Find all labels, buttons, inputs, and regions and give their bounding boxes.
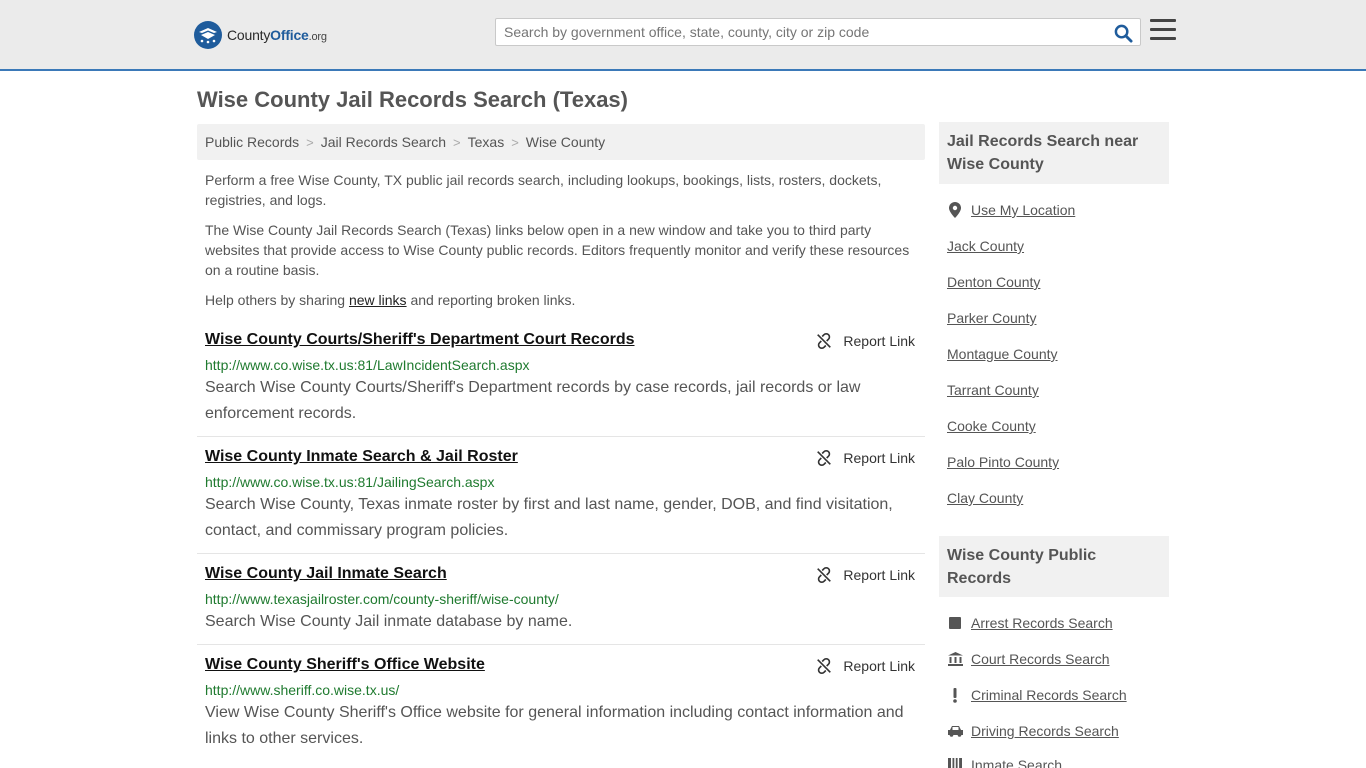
nearby-county-link[interactable]: Jack County bbox=[947, 238, 1024, 254]
criminal-records-link[interactable]: Criminal Records Search bbox=[947, 687, 1127, 703]
result-description: Search Wise County, Texas inmate roster … bbox=[205, 496, 893, 539]
logo-seal-icon bbox=[194, 21, 222, 49]
result-description: Search Wise County Courts/Sheriff's Depa… bbox=[205, 379, 861, 422]
nearby-county-link[interactable]: Clay County bbox=[947, 490, 1023, 506]
inmate-icon bbox=[947, 757, 963, 768]
breadcrumb-separator-icon: > bbox=[306, 134, 314, 150]
broken-link-icon bbox=[817, 449, 832, 467]
top-bar: CountyOffice.org bbox=[0, 0, 1366, 71]
page-title: Wise County Jail Records Search (Texas) bbox=[197, 87, 628, 112]
inmate-search-link[interactable]: Inmate Search bbox=[947, 757, 1062, 768]
nearby-county-link[interactable]: Palo Pinto County bbox=[947, 454, 1059, 470]
arrest-records-link[interactable]: Arrest Records Search bbox=[947, 615, 1113, 631]
result-url: http://www.texasjailroster.com/county-sh… bbox=[205, 591, 559, 607]
result-url: http://www.co.wise.tx.us:81/LawIncidentS… bbox=[205, 357, 530, 373]
result-title-link[interactable]: Wise County Courts/Sheriff's Department … bbox=[205, 331, 635, 349]
broken-link-icon bbox=[817, 566, 832, 584]
site-logo[interactable]: CountyOffice.org bbox=[194, 20, 327, 50]
result-url: http://www.co.wise.tx.us:81/JailingSearc… bbox=[205, 474, 495, 490]
nearby-county-link[interactable]: Montague County bbox=[947, 346, 1058, 362]
breadcrumb-separator-icon: > bbox=[453, 134, 461, 150]
hamburger-menu-icon[interactable] bbox=[1150, 19, 1176, 43]
intro-paragraph-3: Help others by sharing new links and rep… bbox=[205, 292, 576, 308]
breadcrumb-texas[interactable]: Texas bbox=[468, 134, 505, 150]
search-box bbox=[495, 18, 1141, 46]
result-item: Wise County Sheriff's Office Website Rep… bbox=[197, 647, 925, 762]
breadcrumb: Public Records > Jail Records Search > T… bbox=[197, 124, 925, 160]
logo-wordmark: CountyOffice.org bbox=[227, 27, 327, 43]
courthouse-icon bbox=[947, 651, 963, 667]
report-link-button[interactable]: Report Link bbox=[815, 657, 915, 675]
intro-paragraph-1: Perform a free Wise County, TX public ja… bbox=[205, 172, 882, 208]
broken-link-icon bbox=[817, 657, 832, 675]
nearby-county-link[interactable]: Parker County bbox=[947, 310, 1036, 326]
search-button[interactable] bbox=[1112, 22, 1134, 44]
nearby-heading: Jail Records Search near Wise County bbox=[939, 122, 1169, 184]
report-link-button[interactable]: Report Link bbox=[815, 449, 915, 467]
report-link-button[interactable]: Report Link bbox=[815, 566, 915, 584]
nearby-county-link[interactable]: Denton County bbox=[947, 274, 1040, 290]
breadcrumb-wise-county[interactable]: Wise County bbox=[526, 134, 605, 150]
broken-link-icon bbox=[817, 332, 832, 350]
result-item: Wise County Courts/Sheriff's Department … bbox=[197, 322, 925, 437]
map-pin-icon bbox=[947, 202, 963, 218]
report-link-button[interactable]: Report Link bbox=[815, 332, 915, 350]
nearby-county-link[interactable]: Cooke County bbox=[947, 418, 1036, 434]
car-icon bbox=[947, 723, 963, 739]
public-records-heading: Wise County Public Records bbox=[939, 536, 1169, 597]
result-url: http://www.sheriff.co.wise.tx.us/ bbox=[205, 682, 400, 698]
search-icon bbox=[1114, 24, 1133, 43]
result-description: Search Wise County Jail inmate database … bbox=[205, 613, 573, 630]
result-title-link[interactable]: Wise County Inmate Search & Jail Roster bbox=[205, 448, 518, 466]
nearby-county-link[interactable]: Tarrant County bbox=[947, 382, 1039, 398]
result-title-link[interactable]: Wise County Jail Inmate Search bbox=[205, 565, 447, 583]
new-links-link[interactable]: new links bbox=[349, 292, 407, 308]
driving-records-link[interactable]: Driving Records Search bbox=[947, 723, 1119, 739]
court-records-link[interactable]: Court Records Search bbox=[947, 651, 1110, 667]
search-input[interactable] bbox=[496, 19, 1106, 45]
arrest-icon bbox=[947, 615, 963, 631]
use-my-location-link[interactable]: Use My Location bbox=[947, 202, 1075, 218]
breadcrumb-jail-records-search[interactable]: Jail Records Search bbox=[321, 134, 446, 150]
result-item: Wise County Jail Inmate Search Report Li… bbox=[197, 556, 925, 645]
exclamation-icon bbox=[947, 687, 963, 703]
intro-paragraph-2: The Wise County Jail Records Search (Tex… bbox=[205, 222, 910, 278]
result-item: Wise County Inmate Search & Jail Roster … bbox=[197, 439, 925, 554]
breadcrumb-separator-icon: > bbox=[511, 134, 519, 150]
result-title-link[interactable]: Wise County Sheriff's Office Website bbox=[205, 656, 485, 674]
result-description: View Wise County Sheriff's Office websit… bbox=[205, 704, 904, 747]
breadcrumb-public-records[interactable]: Public Records bbox=[205, 134, 299, 150]
